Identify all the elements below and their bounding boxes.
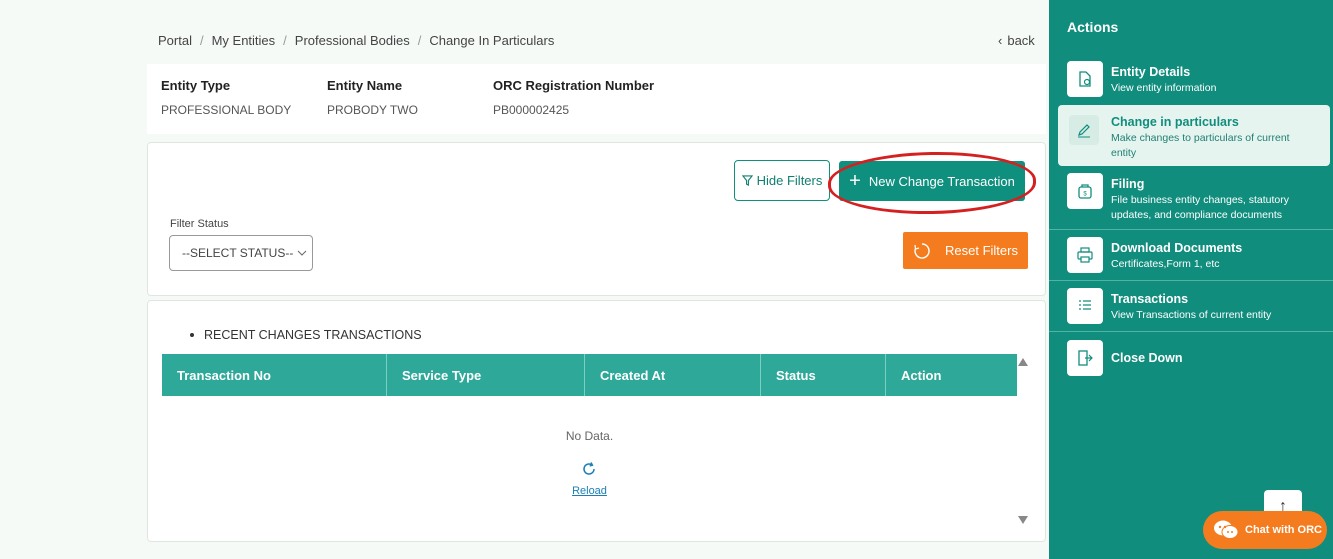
col-status[interactable]: Status [761,354,886,396]
breadcrumb-my-entities[interactable]: My Entities [212,33,276,48]
entity-type-label: Entity Type [161,78,231,93]
back-label: back [1007,33,1035,48]
actions-sidebar: Actions Entity Details View entity infor… [1049,0,1333,559]
reset-filters-label: Reset Filters [945,243,1018,258]
breadcrumb-portal[interactable]: Portal [158,33,192,48]
sidebar-divider [1049,331,1333,332]
entity-info-card: Entity Type PROFESSIONAL BODY Entity Nam… [147,64,1046,134]
chat-icon [1214,520,1239,539]
hide-filters-label: Hide Filters [756,173,823,188]
col-created-at[interactable]: Created At [585,354,761,396]
reload-link[interactable]: Reload [162,485,1017,497]
sidebar-divider [1049,280,1333,281]
sidebar-item-desc: View entity information [1111,82,1217,94]
chat-button[interactable]: Chat with ORC [1203,511,1327,549]
document-icon [1067,61,1103,97]
sidebar-divider [1049,229,1333,230]
entity-registration: ORC Registration Number PB000002425 [493,78,654,117]
entity-name-label: Entity Name [327,78,403,93]
status-select-value: --SELECT STATUS-- [182,246,294,260]
reload-icon[interactable] [581,461,597,477]
col-action[interactable]: Action [886,354,1017,396]
entity-name: Entity Name PROBODY TWO [327,78,418,117]
hide-filters-button[interactable]: Hide Filters [734,160,830,201]
bullet-icon [190,333,194,337]
col-transaction-no[interactable]: Transaction No [162,354,387,396]
sidebar-item-desc: Certificates,Form 1, etc [1111,258,1220,270]
breadcrumb-separator: / [417,33,422,48]
sidebar-item-desc: File business entity changes, statutory … [1111,194,1290,221]
scroll-down-arrow[interactable] [1018,516,1028,524]
reset-filters-button[interactable]: Reset Filters [903,232,1028,269]
refresh-icon [914,242,930,259]
filter-card: Hide Filters + New Change Transaction Fi… [147,142,1046,296]
entity-name-value: PROBODY TWO [327,103,418,117]
status-select[interactable]: --SELECT STATUS-- [169,235,313,271]
filter-status-label: Filter Status [170,218,229,230]
pen-icon [1069,115,1099,145]
sidebar-item-title: Close Down [1111,351,1183,365]
sidebar-item-title: Download Documents [1111,241,1243,255]
transactions-table: Transaction No Service Type Created At S… [162,354,1017,497]
sidebar-item-title: Filing [1111,177,1145,191]
sidebar-item-close-down[interactable]: Close Down [1049,340,1333,376]
list-icon [1067,288,1103,324]
table-header: Transaction No Service Type Created At S… [162,354,1017,396]
chevron-down-icon [297,250,307,256]
transactions-card: RECENT CHANGES TRANSACTIONS Transaction … [147,300,1046,542]
breadcrumb: Portal / My Entities / Professional Bodi… [158,33,554,48]
registration-label: ORC Registration Number [493,78,655,93]
sidebar-item-change-in-particulars[interactable]: Change in particulars Make changes to pa… [1058,105,1330,166]
registration-value: PB000002425 [493,103,570,117]
plus-icon: + [849,170,861,192]
back-link[interactable]: ‹ back [998,33,1035,48]
breadcrumb-professional-bodies[interactable]: Professional Bodies [295,33,410,48]
sidebar-item-filing[interactable]: $ Filing File business entity changes, s… [1049,173,1333,223]
scroll-up-arrow[interactable] [1018,358,1028,366]
no-data-text: No Data. [565,429,614,443]
filter-icon [741,175,753,186]
col-service-type[interactable]: Service Type [387,354,585,396]
entity-type-value: PROFESSIONAL BODY [161,103,292,117]
chat-label: Chat with ORC [1245,524,1322,536]
sidebar-item-entity-details[interactable]: Entity Details View entity information [1049,61,1333,97]
svg-text:$: $ [1083,192,1087,198]
breadcrumb-current: Change In Particulars [429,33,555,48]
sidebar-item-title: Entity Details [1111,65,1191,79]
transactions-heading: RECENT CHANGES TRANSACTIONS [190,328,422,342]
chevron-left-icon: ‹ [998,33,1003,48]
sidebar-title: Actions [1067,19,1119,35]
bag-icon: $ [1067,173,1103,209]
new-change-transaction-label: New Change Transaction [868,173,1015,189]
printer-icon [1067,237,1103,273]
sidebar-item-transactions[interactable]: Transactions View Transactions of curren… [1049,288,1333,324]
sidebar-item-desc: Make changes to particulars of current e… [1111,132,1290,159]
new-change-transaction-button[interactable]: + New Change Transaction [839,161,1025,201]
entity-type: Entity Type PROFESSIONAL BODY [161,78,291,117]
sidebar-item-desc: View Transactions of current entity [1111,309,1272,321]
sidebar-item-title: Transactions [1111,292,1189,306]
sidebar-item-title: Change in particulars [1111,115,1239,129]
breadcrumb-separator: / [199,33,204,48]
sidebar-item-download-documents[interactable]: Download Documents Certificates,Form 1, … [1049,237,1333,273]
transactions-heading-text: RECENT CHANGES TRANSACTIONS [204,328,422,342]
breadcrumb-separator: / [283,33,287,48]
exit-icon [1067,340,1103,376]
